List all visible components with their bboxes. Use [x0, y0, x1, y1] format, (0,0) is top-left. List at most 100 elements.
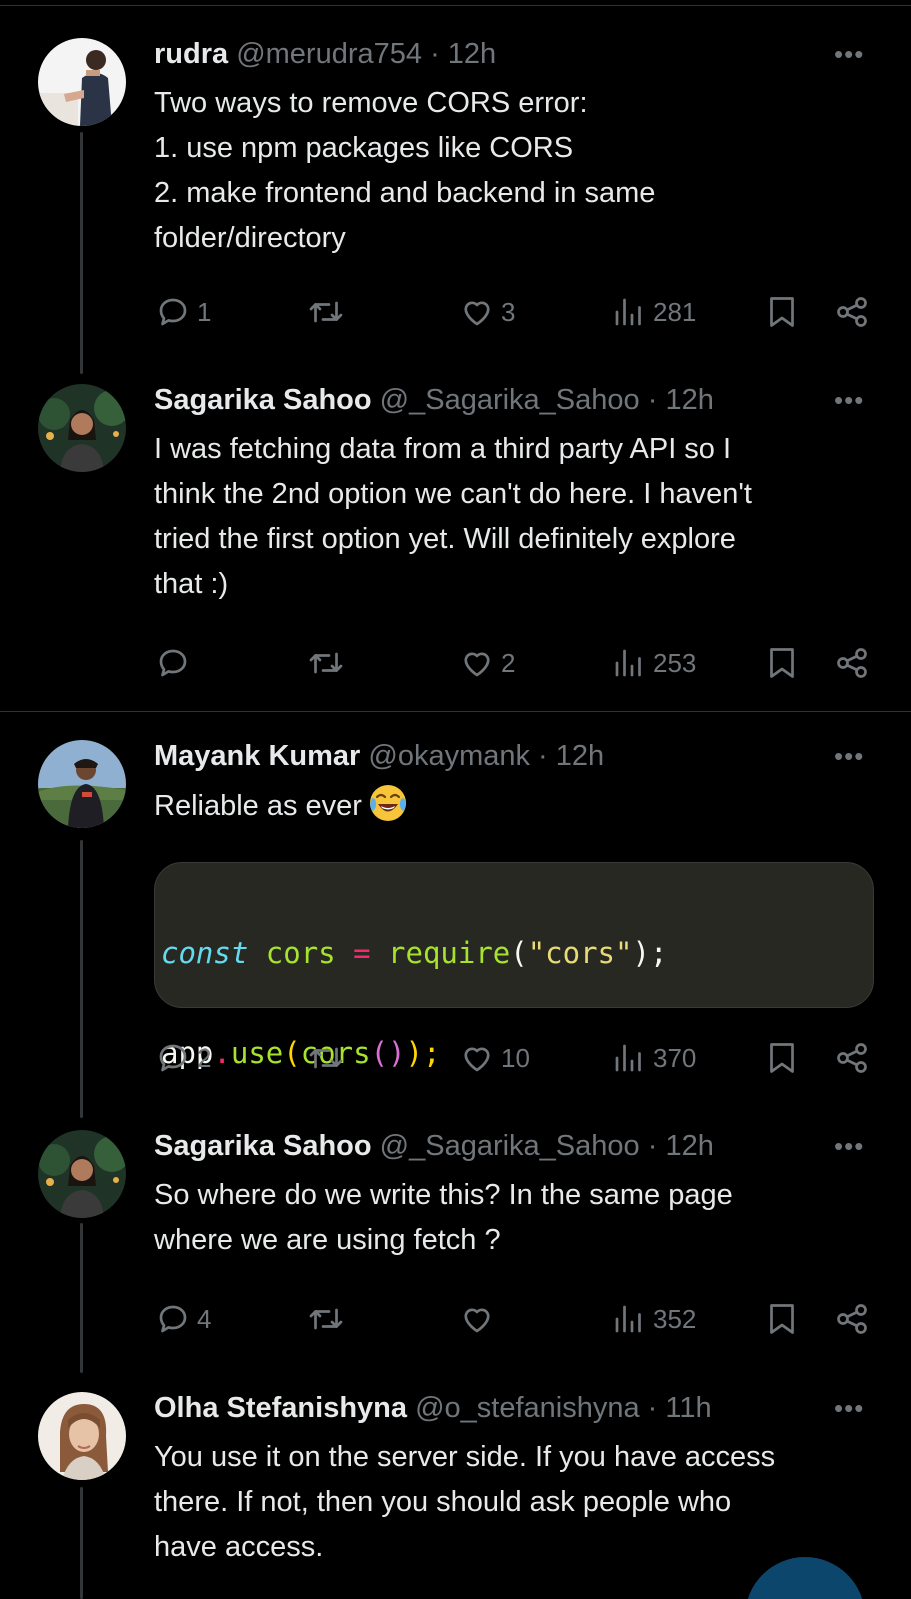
tweet[interactable]: rudra @merudra754 · 12h ••• Two ways to …	[0, 0, 911, 370]
retweet-button[interactable]	[306, 643, 346, 683]
more-options-icon[interactable]: •••	[834, 1133, 874, 1159]
timestamp[interactable]: 12h	[665, 1130, 713, 1162]
tweet-text-line: that :)	[154, 568, 229, 600]
display-name[interactable]: Mayank Kumar	[154, 740, 360, 772]
views-button[interactable]: 352	[611, 1299, 696, 1339]
separator: ·	[639, 384, 666, 416]
bookmark-button[interactable]	[764, 292, 800, 332]
heart-icon	[464, 652, 490, 677]
reply-icon	[159, 1044, 187, 1072]
display-name[interactable]: rudra	[154, 38, 228, 70]
like-count: 3	[501, 296, 516, 327]
code-token-function: require	[388, 936, 511, 970]
bookmark-icon	[770, 1304, 794, 1334]
like-button[interactable]: 3	[459, 292, 515, 332]
heart-icon	[464, 1047, 490, 1072]
tweet-header: rudra @merudra754 · 12h	[154, 36, 851, 72]
view-count: 281	[653, 296, 697, 327]
tweet-text-line: tried the first option yet. Will definit…	[154, 523, 736, 555]
heart-icon	[464, 301, 490, 326]
tweet-text-line: You use it on the server side. If you ha…	[154, 1441, 776, 1473]
views-button[interactable]: 253	[611, 643, 696, 683]
tweet[interactable]: Sagarika Sahoo @_Sagarika_Sahoo · 12h ••…	[0, 370, 911, 710]
bookmark-icon	[770, 297, 794, 327]
tweet-text-fragment: Reliable as ever	[154, 790, 362, 822]
user-handle[interactable]: @merudra754	[236, 38, 422, 70]
views-button[interactable]: 281	[611, 292, 696, 332]
more-options-icon[interactable]: •••	[834, 387, 874, 413]
share-button[interactable]	[834, 643, 870, 683]
user-handle[interactable]: @o_stefanishyna	[415, 1392, 640, 1424]
view-count: 352	[653, 1303, 697, 1334]
avatar[interactable]	[38, 1130, 126, 1218]
display-name[interactable]: Olha Stefanishyna	[154, 1392, 407, 1424]
analytics-icon	[615, 1305, 641, 1333]
timestamp[interactable]: 12h	[665, 384, 713, 416]
code-token-keyword: const	[161, 936, 249, 970]
tweet-text-line: I was fetching data from a third party A…	[154, 433, 732, 465]
bookmark-button[interactable]	[764, 643, 800, 683]
avatar[interactable]	[38, 38, 126, 126]
like-button[interactable]: 10	[459, 1038, 530, 1078]
more-options-icon[interactable]: •••	[834, 41, 874, 67]
reply-button[interactable]: 2	[155, 1038, 211, 1078]
display-name[interactable]: Sagarika Sahoo	[154, 1130, 372, 1162]
timestamp[interactable]: 12h	[448, 38, 496, 70]
display-name[interactable]: Sagarika Sahoo	[154, 384, 372, 416]
tweet-text-line: there. If not, then you should ask peopl…	[154, 1486, 732, 1518]
tweet-text-line: where we are using fetch ?	[154, 1224, 501, 1256]
tweet-text: I was fetching data from a third party A…	[154, 427, 884, 607]
tweet-text: So where do we write this? In the same p…	[154, 1173, 884, 1263]
reply-button[interactable]	[155, 643, 197, 683]
tweet-text-line: So where do we write this? In the same p…	[154, 1179, 733, 1211]
reply-button[interactable]: 4	[155, 1299, 211, 1339]
share-icon	[837, 1043, 867, 1073]
tweet-text: Two ways to remove CORS error: 1. use np…	[154, 81, 884, 261]
tweet-text-line: Two ways to remove CORS error:	[154, 87, 588, 119]
tweet-text-line: have access.	[154, 1531, 324, 1563]
reply-icon	[159, 649, 187, 677]
code-image[interactable]: const cors = require("cors"); app.use(co…	[154, 862, 874, 1070]
retweet-icon	[309, 652, 343, 674]
avatar[interactable]	[38, 384, 126, 472]
views-button[interactable]: 370	[611, 1038, 696, 1078]
user-handle[interactable]: @_Sagarika_Sahoo	[380, 384, 640, 416]
user-handle[interactable]: @_Sagarika_Sahoo	[380, 1130, 640, 1162]
timestamp[interactable]: 11h	[665, 1392, 711, 1424]
code-token-operator: =	[353, 936, 371, 970]
bookmark-icon	[770, 1043, 794, 1073]
like-button[interactable]	[459, 1299, 501, 1339]
more-options-icon[interactable]: •••	[834, 1395, 874, 1421]
more-options-icon[interactable]: •••	[834, 743, 874, 769]
like-button[interactable]: 2	[459, 643, 515, 683]
share-icon	[837, 297, 867, 327]
retweet-button[interactable]	[306, 1299, 346, 1339]
tweet-header: Sagarika Sahoo @_Sagarika_Sahoo · 12h	[154, 1128, 851, 1164]
view-count: 370	[653, 1042, 697, 1073]
bookmark-button[interactable]	[764, 1299, 800, 1339]
reply-button[interactable]: 1	[155, 292, 211, 332]
share-button[interactable]	[834, 292, 870, 332]
retweet-icon	[309, 1047, 343, 1069]
avatar[interactable]	[38, 740, 126, 828]
share-button[interactable]	[834, 1299, 870, 1339]
avatar[interactable]	[38, 1392, 126, 1480]
like-count: 10	[501, 1042, 530, 1073]
tweet-header: Olha Stefanishyna @o_stefanishyna · 11h	[154, 1390, 851, 1426]
retweet-button[interactable]	[306, 292, 346, 332]
share-button[interactable]	[834, 1038, 870, 1078]
separator: ·	[530, 740, 556, 772]
timestamp[interactable]: 12h	[556, 740, 604, 772]
code-token-string: "cors"	[527, 936, 633, 970]
heart-icon	[464, 1308, 490, 1333]
tweet[interactable]: Sagarika Sahoo @_Sagarika_Sahoo · 12h ••…	[0, 1112, 911, 1380]
tweet-text-line: think the 2nd option we can't do here. I…	[154, 478, 752, 510]
retweet-button[interactable]	[306, 1038, 346, 1078]
bookmark-button[interactable]	[764, 1038, 800, 1078]
tweet-actions: 2 253	[0, 643, 911, 683]
code-token-paren: );	[632, 936, 668, 970]
separator: ·	[639, 1130, 666, 1162]
user-handle[interactable]: @okaymank	[368, 740, 530, 772]
tweet-text-line: Reliable as ever	[154, 783, 884, 829]
tweet-text: You use it on the server side. If you ha…	[154, 1435, 884, 1570]
